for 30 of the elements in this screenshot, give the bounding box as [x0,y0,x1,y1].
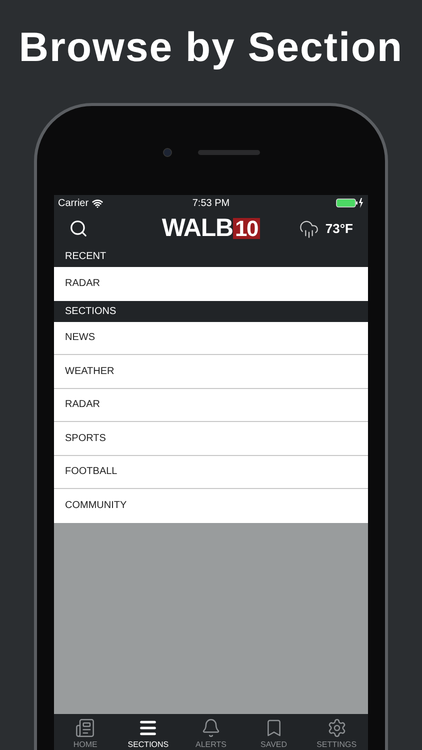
tab[interactable]: SAVED [242,718,306,750]
cloud-rain-icon [299,218,320,238]
speaker-icon [198,150,260,155]
carrier-label: Carrier [58,196,89,210]
settings-icon [326,718,347,738]
list-item[interactable]: SPORTS [54,422,368,456]
section-title: RECENT [65,250,106,264]
battery-icon [336,198,364,208]
section-title: SECTIONS [65,304,116,318]
logo-badge: 10 [232,218,260,239]
wifi-icon [92,198,103,208]
list-item[interactable]: FOOTBALL [54,456,368,489]
tab[interactable]: HOME [54,718,117,750]
tab[interactable]: SETTINGS [305,718,368,750]
newspaper-icon [75,718,96,738]
tab[interactable]: ALERTS [180,718,242,750]
bell-icon [200,718,221,738]
headline: Browse by Section [18,23,404,72]
status-time: 7:53 PM [192,196,230,210]
temperature: 73°F [325,220,353,238]
list-item[interactable]: RADAR [54,388,368,422]
logo-text: WALB [162,216,233,241]
search-icon[interactable] [69,219,88,238]
tab[interactable]: SECTIONS [116,718,180,750]
list-item[interactable]: COMMUNITY [54,489,368,522]
list-item[interactable]: WEATHER [54,355,368,388]
list-item[interactable]: RADAR [54,267,368,300]
camera-icon [162,148,172,157]
menu-icon [138,718,158,738]
list-item[interactable]: NEWS [54,322,368,355]
